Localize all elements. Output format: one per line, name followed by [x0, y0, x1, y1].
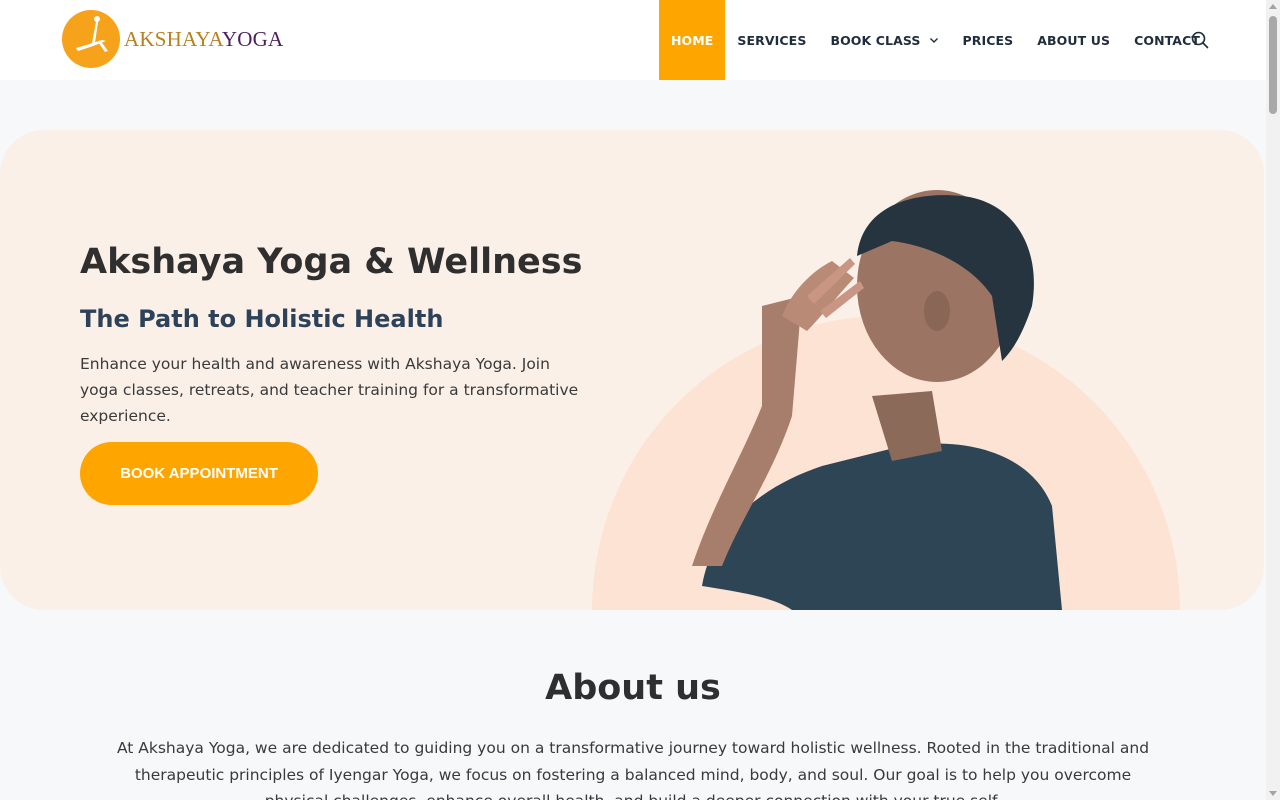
about-title: About us — [545, 668, 721, 708]
nav-prices[interactable]: PRICES — [951, 0, 1026, 80]
hero-person-ear — [924, 291, 950, 331]
nav-book-class-label: BOOK CLASS — [830, 32, 921, 48]
yoga-pose-logo-icon — [62, 10, 120, 68]
hero-title: Akshaya Yoga & Wellness — [80, 242, 583, 282]
hero-section: Akshaya Yoga & Wellness The Path to Holi… — [0, 130, 1264, 610]
search-icon[interactable] — [1190, 30, 1210, 50]
brand-name: AKSHAYAYOGA — [124, 27, 283, 52]
book-appointment-button[interactable]: BOOK APPOINTMENT — [80, 442, 318, 505]
brand-name-part1: AKSHAYA — [124, 26, 222, 51]
nav-about-us[interactable]: ABOUT US — [1025, 0, 1122, 80]
scroll-down-arrow-icon[interactable] — [1269, 791, 1277, 796]
brand-logo[interactable]: AKSHAYAYOGA — [62, 10, 283, 68]
nav-home[interactable]: HOME — [658, 0, 726, 80]
hero-subtitle: The Path to Holistic Health — [80, 305, 444, 333]
about-text: At Akshaya Yoga, we are dedicated to gui… — [116, 739, 1150, 800]
nav-book-class[interactable]: BOOK CLASS — [818, 0, 950, 80]
chevron-down-icon — [929, 38, 938, 43]
hero-image — [592, 190, 1180, 610]
site-header: AKSHAYAYOGA HOME SERVICES BOOK CLASS PRI… — [0, 0, 1266, 80]
page-scrollbar[interactable] — [1266, 0, 1280, 800]
nav-services[interactable]: SERVICES — [725, 0, 818, 80]
brand-name-part2: YOGA — [221, 26, 284, 51]
scrollbar-thumb[interactable] — [1269, 16, 1277, 114]
scroll-up-arrow-icon[interactable] — [1269, 4, 1277, 9]
main-nav: HOME SERVICES BOOK CLASS PRICES ABOUT US… — [658, 0, 1212, 80]
hero-description: Enhance your health and awareness with A… — [80, 355, 579, 425]
